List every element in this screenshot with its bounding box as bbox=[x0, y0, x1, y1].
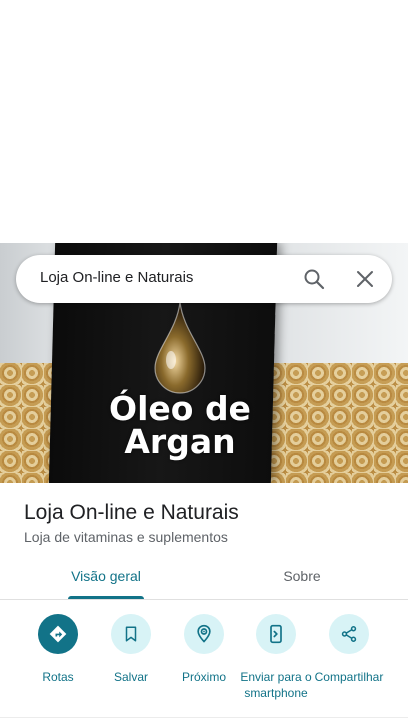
place-category[interactable]: Loja de vitaminas e suplementos bbox=[24, 529, 228, 545]
save-label: Salvar bbox=[113, 670, 148, 684]
share-label: Compartilhar bbox=[314, 670, 384, 684]
place-title: Loja On-line e Naturais bbox=[24, 501, 239, 524]
tab-bar: Visão geral Sobre bbox=[0, 556, 408, 600]
nearby-button[interactable]: Próximo bbox=[164, 614, 244, 685]
product-label-line2: Argan bbox=[124, 422, 236, 461]
tab-active-indicator bbox=[68, 596, 144, 599]
map-area-blank bbox=[0, 0, 408, 243]
share-icon bbox=[341, 626, 357, 642]
share-button[interactable]: Compartilhar bbox=[309, 614, 389, 685]
nearby-label: Próximo bbox=[181, 670, 226, 684]
product-label-line1: Óleo de bbox=[109, 389, 251, 428]
directions-icon bbox=[49, 625, 67, 643]
search-input[interactable]: Loja On-line e Naturais bbox=[40, 269, 193, 286]
action-buttons: Rotas Salvar Próximo Enviar para o smart… bbox=[0, 600, 408, 726]
directions-button[interactable]: Rotas bbox=[18, 614, 98, 685]
tab-overview[interactable]: Visão geral bbox=[48, 568, 164, 584]
search-bar[interactable]: Loja On-line e Naturais bbox=[16, 255, 392, 303]
search-icon[interactable] bbox=[302, 267, 326, 291]
oil-drop-icon bbox=[154, 301, 206, 394]
send-to-phone-icon bbox=[270, 624, 282, 644]
directions-label: Rotas bbox=[42, 670, 74, 684]
product-label: Óleo de Argan bbox=[80, 392, 280, 458]
bookmark-icon bbox=[125, 626, 137, 642]
close-icon[interactable] bbox=[353, 267, 377, 291]
send-to-phone-button[interactable]: Enviar para o smartphone bbox=[236, 614, 316, 701]
tab-about[interactable]: Sobre bbox=[244, 568, 360, 584]
save-button[interactable]: Salvar bbox=[91, 614, 171, 685]
nearby-icon bbox=[197, 624, 211, 643]
send-to-phone-label: Enviar para o smartphone bbox=[240, 670, 312, 700]
divider bbox=[0, 717, 408, 718]
